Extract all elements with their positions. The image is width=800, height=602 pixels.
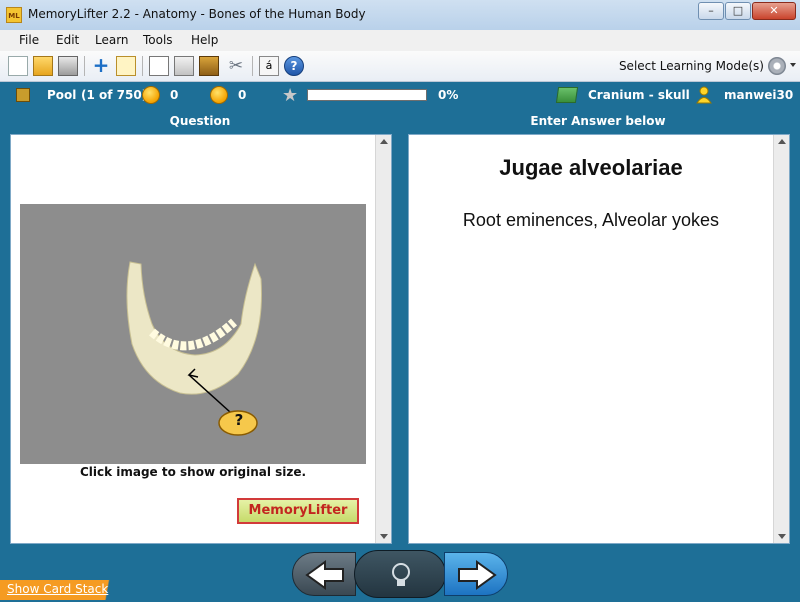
settings-tools-icon[interactable]: ✂ (226, 56, 246, 76)
menu-file[interactable]: File (19, 33, 39, 47)
toolbar-separator (84, 56, 85, 76)
user-name[interactable]: manwei30 (724, 88, 793, 102)
mandible-image (20, 204, 366, 464)
memorylifter-logo: MemoryLifter (237, 498, 359, 524)
show-card-stack-link[interactable]: Show Card Stack (7, 582, 108, 596)
sad-face-icon (210, 86, 228, 104)
window-controls: – □ ✕ (698, 2, 796, 20)
arrow-left-icon (305, 560, 344, 590)
new-file-icon[interactable] (8, 56, 28, 76)
add-card-icon[interactable]: + (91, 55, 111, 76)
progress-text: 0% (438, 88, 459, 102)
scroll-down-icon[interactable] (778, 534, 786, 539)
image-caption: Click image to show original size. (79, 465, 307, 479)
happy-face-icon (142, 86, 160, 104)
correct-count: 0 (170, 88, 179, 102)
module-icon (555, 87, 579, 103)
toolbar-separator (252, 56, 253, 76)
question-scrollbar[interactable] (375, 135, 391, 543)
module-name[interactable]: Cranium - skull (588, 88, 690, 102)
previous-card-button[interactable] (292, 552, 356, 596)
answer-header: Enter Answer below (530, 114, 666, 128)
gear-icon[interactable] (768, 57, 786, 75)
edit-card-icon[interactable] (116, 56, 136, 76)
pool-count: (1 of 750) (81, 88, 148, 102)
scroll-up-icon[interactable] (380, 139, 388, 144)
print-cards-icon[interactable] (174, 56, 194, 76)
chevron-down-icon[interactable] (790, 63, 796, 67)
star-icon: ★ (282, 85, 299, 106)
show-card-stack-tab[interactable]: Show Card Stack (0, 580, 124, 600)
question-panel: ? Click image to show original size. Mem… (10, 134, 392, 544)
maximize-button[interactable]: □ (725, 2, 751, 20)
question-image[interactable]: ? (20, 204, 366, 464)
learning-mode-label[interactable]: Select Learning Mode(s) (619, 59, 764, 73)
app-icon: ML (6, 7, 22, 23)
presentation-icon[interactable] (149, 56, 169, 76)
menu-help[interactable]: Help (191, 33, 218, 47)
title-bar: ML MemoryLifter 2.2 - Anatomy - Bones of… (0, 0, 800, 31)
pool-label: Pool (47, 88, 77, 102)
toolbar-separator (142, 56, 143, 76)
user-icon (696, 86, 712, 104)
menu-learn[interactable]: Learn (95, 33, 129, 47)
answer-text: Root eminences, Alveolar yokes (462, 210, 720, 230)
arrow-right-icon (458, 560, 497, 590)
progress-bar (307, 89, 427, 101)
special-characters-icon[interactable]: á (259, 56, 279, 76)
minimize-button[interactable]: – (698, 2, 724, 20)
hint-button[interactable] (354, 550, 446, 598)
callout-question-mark: ? (234, 411, 244, 429)
print-icon[interactable] (58, 56, 78, 76)
next-card-button[interactable] (444, 552, 508, 596)
question-header: Question (169, 114, 231, 128)
menu-tools[interactable]: Tools (143, 33, 173, 47)
help-icon[interactable]: ? (284, 56, 304, 76)
lightbulb-icon (392, 563, 410, 586)
pool-icon (16, 88, 30, 102)
open-folder-icon[interactable] (33, 56, 53, 76)
scroll-down-icon[interactable] (380, 534, 388, 539)
scroll-up-icon[interactable] (778, 139, 786, 144)
menu-bar: File Edit Learn Tools Help (0, 30, 800, 52)
answer-scrollbar[interactable] (773, 135, 789, 543)
question-term: Jugae alveolariae (499, 155, 683, 180)
toolbar: + ✂ á ? Select Learning Mode(s) (0, 51, 800, 82)
close-button[interactable]: ✕ (752, 2, 796, 20)
wrong-count: 0 (238, 88, 247, 102)
window-title: MemoryLifter 2.2 - Anatomy - Bones of th… (28, 7, 366, 21)
menu-edit[interactable]: Edit (56, 33, 79, 47)
answer-panel: Jugae alveolariae Root eminences, Alveol… (408, 134, 790, 544)
dictionary-icon[interactable] (199, 56, 219, 76)
